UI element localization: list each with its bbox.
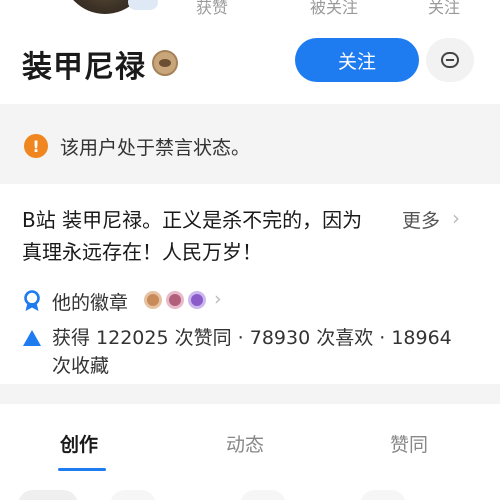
ban-notice-text: 该用户处于禁言状态。 bbox=[60, 137, 251, 159]
chevron-right-icon[interactable]: › bbox=[214, 288, 222, 310]
warning-icon: ! bbox=[24, 134, 48, 158]
follow-button[interactable]: 关注 bbox=[295, 38, 419, 82]
message-icon bbox=[441, 52, 459, 68]
message-button[interactable] bbox=[426, 38, 474, 82]
level-badge-icon bbox=[152, 50, 178, 76]
tab-agrees[interactable]: 赞同 bbox=[390, 430, 428, 457]
active-tab-indicator bbox=[58, 468, 106, 471]
profile-header: 装甲尼禄 关注 bbox=[0, 30, 500, 98]
bio-more-link[interactable]: 更多 bbox=[402, 206, 440, 233]
upvote-triangle-icon bbox=[23, 330, 41, 346]
medals-row[interactable]: 他的徽章 › bbox=[22, 288, 322, 314]
stat-following-label[interactable]: 关注 bbox=[428, 0, 460, 18]
bio-text: B站 装甲尼禄。正义是杀不完的，因为真理永远存在！人民万岁！ bbox=[22, 208, 363, 264]
avatar-badge bbox=[128, 0, 158, 10]
username: 装甲尼禄 bbox=[22, 50, 146, 85]
ban-notice: ! 该用户处于禁言状态。 bbox=[0, 104, 500, 184]
sub-tab-chip[interactable] bbox=[18, 490, 78, 500]
medals-label: 他的徽章 bbox=[52, 292, 129, 314]
medal-icon bbox=[24, 290, 40, 311]
stat-likes-label[interactable]: 获赞 bbox=[196, 0, 228, 18]
sub-tabs-strip bbox=[0, 486, 500, 500]
profile-tabs: 创作 动态 赞同 bbox=[0, 404, 500, 471]
section-divider bbox=[0, 384, 500, 404]
sub-tab-chip[interactable] bbox=[240, 490, 286, 500]
top-stats-strip: 获赞 被关注 关注 bbox=[0, 0, 500, 18]
stats-summary: 获得 122025 次赞同 · 78930 次喜欢 · 18964 次收藏 bbox=[22, 324, 472, 380]
sub-tab-chip[interactable] bbox=[110, 490, 156, 500]
tab-activity[interactable]: 动态 bbox=[226, 430, 264, 457]
medal-badge-3[interactable] bbox=[188, 291, 206, 309]
sub-tab-chip[interactable] bbox=[360, 490, 406, 500]
tab-creations[interactable]: 创作 bbox=[60, 430, 98, 457]
medal-badge-2[interactable] bbox=[166, 291, 184, 309]
chevron-right-icon[interactable]: › bbox=[452, 206, 460, 230]
medal-badge-1[interactable] bbox=[144, 291, 162, 309]
stats-text: 获得 122025 次赞同 · 78930 次喜欢 · 18964 次收藏 bbox=[52, 327, 452, 377]
stat-followers-label[interactable]: 被关注 bbox=[310, 0, 358, 18]
